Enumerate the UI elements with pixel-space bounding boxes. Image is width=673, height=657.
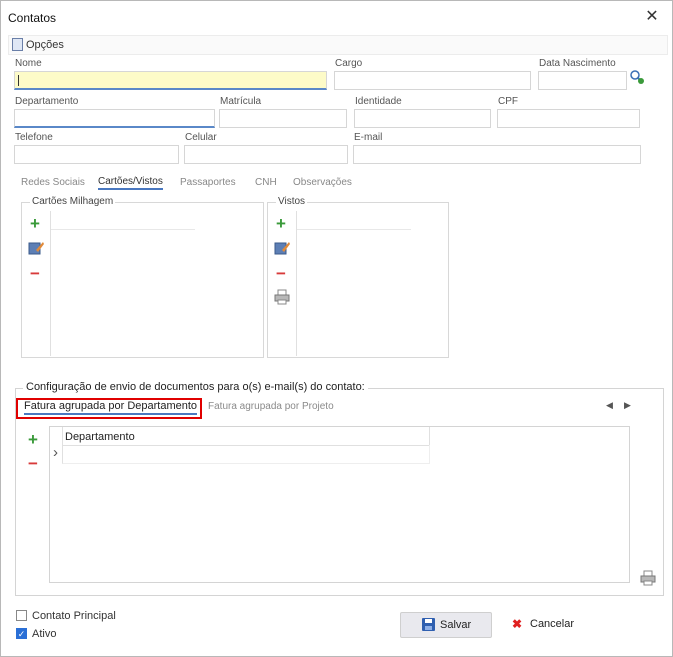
- identidade-label: Identidade: [355, 96, 402, 107]
- cpf-input[interactable]: [497, 109, 640, 128]
- cargo-label: Cargo: [335, 58, 363, 69]
- departamento-label: Departamento: [15, 96, 79, 107]
- vistos-grid[interactable]: [296, 211, 448, 356]
- close-icon[interactable]: ✕: [641, 6, 663, 28]
- cartoes-milhagem-group: Cartões Milhagem + −: [21, 196, 264, 358]
- window-title: Contatos: [8, 11, 57, 25]
- ativo-checkbox[interactable]: ✓: [16, 628, 27, 639]
- edit-cartao-icon[interactable]: [28, 240, 44, 256]
- edit-visto-icon[interactable]: [274, 240, 290, 256]
- search-contact-icon[interactable]: [629, 69, 645, 85]
- options-icon: [12, 38, 23, 51]
- ativo-label: Ativo: [32, 628, 57, 640]
- tab-redes-sociais[interactable]: Redes Sociais: [21, 177, 85, 188]
- tab-cnh[interactable]: CNH: [255, 177, 277, 188]
- tab-passaportes[interactable]: Passaportes: [180, 177, 236, 188]
- cancel-button[interactable]: ✖ Cancelar: [501, 612, 591, 636]
- remove-visto-icon[interactable]: −: [276, 265, 286, 282]
- contato-principal-checkbox[interactable]: [16, 610, 27, 621]
- telefone-label: Telefone: [15, 132, 53, 143]
- tab-fatura-projeto[interactable]: Fatura agrupada por Projeto: [208, 401, 334, 412]
- vistos-grid-header: [297, 211, 411, 230]
- tab-prev-icon[interactable]: ◀: [606, 400, 613, 411]
- celular-input[interactable]: [184, 145, 348, 164]
- tab-cartoes-vistos[interactable]: Cartões/Vistos: [98, 176, 163, 190]
- celular-label: Celular: [185, 132, 217, 143]
- remove-departamento-icon[interactable]: −: [28, 455, 38, 472]
- departamento-column-header[interactable]: Departamento: [65, 431, 135, 443]
- vistos-group: Vistos + −: [267, 196, 449, 358]
- print-visto-icon[interactable]: [274, 289, 290, 305]
- print-config-icon[interactable]: [640, 570, 656, 586]
- tab-next-icon[interactable]: ▶: [624, 400, 631, 411]
- save-button[interactable]: Salvar: [400, 612, 492, 638]
- save-label: Salvar: [440, 619, 472, 631]
- tab-observacoes[interactable]: Observações: [293, 177, 352, 188]
- email-label: E-mail: [354, 132, 383, 143]
- tab-fatura-departamento[interactable]: Fatura agrupada por Departamento: [24, 400, 198, 415]
- options-bar[interactable]: Opções: [8, 35, 668, 55]
- options-label: Opções: [26, 39, 64, 51]
- email-input[interactable]: [353, 145, 641, 164]
- config-title: Configuração de envio de documentos para…: [23, 381, 368, 393]
- remove-cartao-icon[interactable]: −: [30, 265, 40, 282]
- contato-principal-label: Contato Principal: [32, 610, 116, 622]
- matricula-label: Matrícula: [220, 96, 262, 107]
- telefone-input[interactable]: [14, 145, 179, 164]
- cancel-icon: ✖: [512, 617, 523, 631]
- cartoes-grid[interactable]: [50, 211, 263, 356]
- cartoes-grid-header: [51, 211, 195, 230]
- departamento-grid-row[interactable]: [62, 445, 430, 464]
- row-indicator-icon: ›: [53, 444, 58, 461]
- data-nascimento-label: Data Nascimento: [539, 58, 616, 69]
- add-cartao-icon[interactable]: +: [30, 215, 40, 232]
- nome-input[interactable]: [14, 71, 327, 90]
- cartoes-milhagem-title: Cartões Milhagem: [30, 196, 116, 207]
- add-visto-icon[interactable]: +: [276, 215, 286, 232]
- nome-label: Nome: [15, 58, 42, 69]
- cpf-label: CPF: [498, 96, 518, 107]
- identidade-input[interactable]: [354, 109, 491, 128]
- vistos-title: Vistos: [276, 196, 308, 207]
- departamento-grid-header[interactable]: Departamento: [62, 427, 430, 446]
- contatos-window: Contatos ✕ Opções Nome Cargo Data Nascim…: [0, 0, 673, 657]
- departamento-grid[interactable]: Departamento ›: [49, 426, 630, 583]
- cargo-input[interactable]: [334, 71, 531, 90]
- cancel-label: Cancelar: [530, 618, 575, 630]
- departamento-input[interactable]: [14, 109, 215, 128]
- matricula-input[interactable]: [219, 109, 347, 128]
- add-departamento-icon[interactable]: +: [28, 431, 38, 448]
- data-nascimento-input[interactable]: [538, 71, 627, 90]
- save-icon: [422, 618, 435, 631]
